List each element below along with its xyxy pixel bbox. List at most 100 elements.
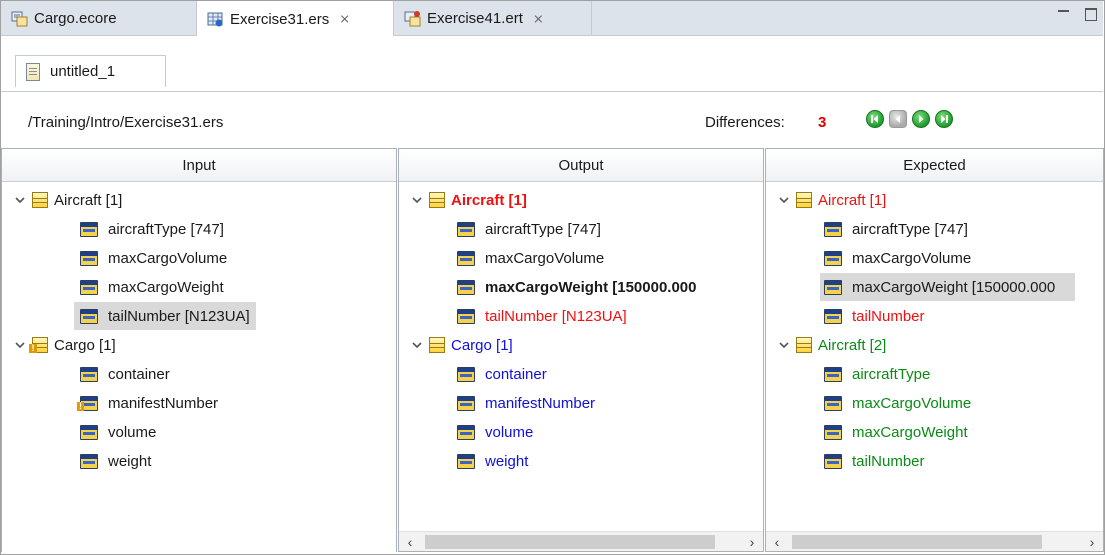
tree-row-cargo[interactable]: Cargo [1] (409, 331, 513, 359)
scrollbar-thumb[interactable] (792, 535, 1042, 549)
tree-row-aircraft[interactable]: Aircraft [1] (12, 186, 122, 214)
eattribute-icon (457, 366, 475, 382)
tree-row-manifest-number[interactable]: manifestNumber (77, 389, 218, 417)
tree-row-container[interactable]: container (457, 360, 547, 388)
tree-row-aircraft-2[interactable]: Aircraft [2] (776, 331, 886, 359)
tree-row-aircraft-type-2[interactable]: aircraftType (824, 360, 930, 388)
tree-label: tailNumber [N123UA] (485, 307, 627, 325)
eclass-icon (429, 337, 445, 353)
tree-row-weight[interactable]: weight (457, 447, 528, 475)
tree-label: maxCargoWeight (108, 278, 224, 296)
tree-row-max-cargo-volume[interactable]: maxCargoVolume (80, 244, 227, 272)
close-icon[interactable]: ⨯ (339, 11, 350, 27)
tree-row-cargo[interactable]: Cargo [1] (12, 331, 116, 359)
chevron-down-icon[interactable] (409, 192, 425, 208)
chevron-down-icon[interactable] (12, 337, 28, 353)
scroll-left-icon[interactable]: ‹ (401, 533, 419, 551)
tab-exercise41-ert[interactable]: Exercise41.ert ⨯ (394, 1, 592, 36)
expected-panel: Expected Aircraft [1] aircraftType [747]… (765, 148, 1104, 552)
tree-label: tailNumber (852, 452, 925, 470)
tree-label: container (485, 365, 547, 383)
eattribute-icon (457, 279, 475, 295)
tree-label: tailNumber (852, 307, 925, 325)
tree-row-aircraft-type[interactable]: aircraftType [747] (457, 215, 601, 243)
tree-row-aircraft[interactable]: Aircraft [1] (776, 186, 886, 214)
tree-label: Aircraft [1] (818, 191, 887, 209)
tree-row-aircraft[interactable]: Aircraft [1] (409, 186, 527, 214)
file-path: /Training/Intro/Exercise31.ers (28, 114, 224, 131)
tree-row-max-cargo-volume[interactable]: maxCargoVolume (457, 244, 604, 272)
eattribute-warning-icon (77, 395, 98, 411)
previous-difference-icon[interactable] (889, 110, 907, 128)
tree-label: maxCargoWeight (852, 423, 968, 441)
last-difference-icon[interactable] (935, 110, 953, 128)
horizontal-scrollbar[interactable]: ‹ › (766, 531, 1103, 551)
tree-row-aircraft-type[interactable]: aircraftType [747] (824, 215, 968, 243)
tree-label: Aircraft [1] (54, 191, 123, 209)
eattribute-icon (80, 366, 98, 382)
eattribute-icon (80, 221, 98, 237)
tab-cargo-ecore[interactable]: Cargo.ecore (1, 1, 191, 36)
divider (1, 91, 1103, 92)
tree-row-volume[interactable]: volume (457, 418, 533, 446)
tree-row-max-cargo-volume[interactable]: maxCargoVolume (824, 244, 971, 272)
tree-row-aircraft-type[interactable]: aircraftType [747] (80, 215, 224, 243)
first-difference-icon[interactable] (866, 110, 884, 128)
tree-row-max-cargo-weight[interactable]: maxCargoWeight [150000.000 (820, 273, 1076, 301)
chevron-down-icon[interactable] (776, 192, 792, 208)
tree-row-max-cargo-weight[interactable]: maxCargoWeight [150000.000 (457, 273, 697, 301)
eattribute-icon (80, 424, 98, 440)
tree-row-max-cargo-volume-2[interactable]: maxCargoVolume (824, 389, 971, 417)
chevron-down-icon[interactable] (12, 192, 28, 208)
tree-label: maxCargoWeight [150000.000 (485, 278, 697, 296)
tree-row-max-cargo-weight[interactable]: maxCargoWeight (80, 273, 224, 301)
tree-row-tail-number[interactable]: tailNumber [N123UA] (74, 302, 256, 330)
tab-untitled-1[interactable]: untitled_1 (15, 55, 166, 87)
input-panel-header: Input (2, 149, 396, 182)
tree-label: maxCargoVolume (108, 249, 228, 267)
tree-row-tail-number[interactable]: tailNumber [N123UA] (457, 302, 627, 330)
scroll-left-icon[interactable]: ‹ (768, 533, 786, 551)
tree-row-tail-number-2[interactable]: tailNumber (824, 447, 925, 475)
tree-label: weight (108, 452, 152, 470)
tree-label: Cargo [1] (451, 336, 513, 354)
ers-file-icon (207, 11, 224, 28)
chevron-down-icon[interactable] (409, 337, 425, 353)
tab-exercise31-ers[interactable]: Exercise31.ers ⨯ (196, 1, 394, 37)
eattribute-icon (457, 250, 475, 266)
tree-label: maxCargoVolume (852, 394, 972, 412)
chevron-down-icon[interactable] (776, 337, 792, 353)
close-icon[interactable]: ⨯ (533, 11, 544, 27)
scroll-right-icon[interactable]: › (1083, 533, 1101, 551)
scroll-right-icon[interactable]: › (743, 533, 761, 551)
eclass-icon (32, 192, 48, 208)
eattribute-icon (824, 308, 842, 324)
minimize-icon[interactable] (1057, 7, 1071, 21)
tree-row-max-cargo-weight-2[interactable]: maxCargoWeight (824, 418, 968, 446)
ecore-model-icon (11, 10, 28, 27)
scrollbar-thumb[interactable] (425, 535, 715, 549)
tree-label: Cargo [1] (54, 336, 116, 354)
eattribute-icon (457, 308, 475, 324)
eattribute-icon (80, 250, 98, 266)
tree-label: volume (485, 423, 534, 441)
tree-row-weight[interactable]: weight (80, 447, 151, 475)
tree-row-container[interactable]: container (80, 360, 170, 388)
editor-tab-bar: Cargo.ecore Exercise31.ers ⨯ Exercise41.… (1, 1, 1103, 37)
tree-row-volume[interactable]: volume (80, 418, 156, 446)
next-difference-icon[interactable] (912, 110, 930, 128)
tree-label: Aircraft [2] (818, 336, 887, 354)
eattribute-icon (824, 366, 842, 382)
output-panel-header: Output (399, 149, 763, 182)
tree-label: maxCargoWeight [150000.000 (852, 278, 1056, 296)
eattribute-icon (457, 221, 475, 237)
eattribute-icon (824, 250, 842, 266)
tree-row-tail-number[interactable]: tailNumber (824, 302, 925, 330)
eclass-warning-icon (29, 337, 48, 353)
eattribute-icon (80, 279, 98, 295)
tree-row-manifest-number[interactable]: manifestNumber (457, 389, 595, 417)
horizontal-scrollbar[interactable]: ‹ › (399, 531, 763, 551)
eattribute-icon (824, 279, 842, 295)
maximize-icon[interactable] (1085, 8, 1097, 21)
document-icon (26, 62, 40, 81)
